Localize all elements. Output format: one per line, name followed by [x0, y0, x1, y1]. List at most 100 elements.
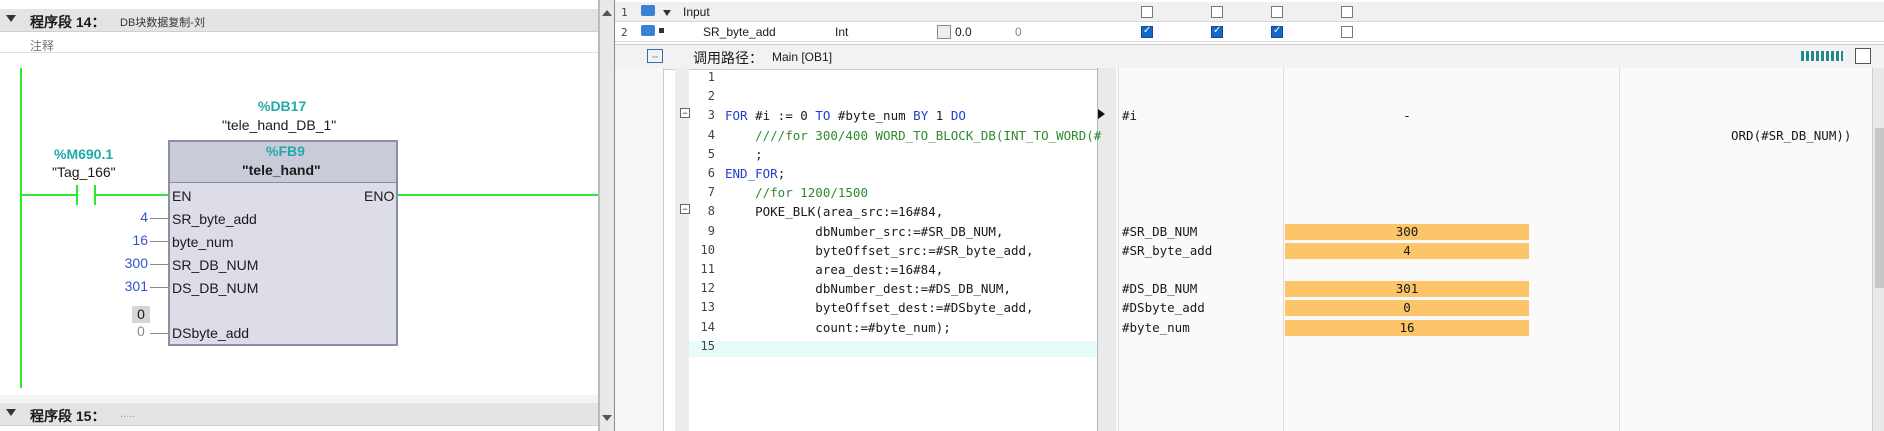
code-line[interactable]: dbNumber_src:=#SR_DB_NUM,: [725, 224, 1003, 239]
code-line[interactable]: dbNumber_dest:=#DS_DB_NUM,: [725, 281, 1011, 296]
input-value-sr-db-num[interactable]: 300: [108, 255, 148, 271]
fb-pin-byte-num: byte_num: [172, 234, 234, 250]
editor-scrollbar[interactable]: [1872, 68, 1884, 431]
collapse-triangle-icon[interactable]: [6, 15, 16, 22]
parameter-default[interactable]: 0.0: [955, 25, 972, 39]
collapse-triangle-icon[interactable]: [6, 409, 16, 416]
line-number: 8: [707, 204, 715, 219]
fb-pin-ds-db-num: DS_DB_NUM: [172, 280, 259, 296]
monitor-status-icon: [1801, 51, 1843, 61]
input-value-byte-num[interactable]: 16: [108, 232, 148, 248]
expand-triangle-icon[interactable]: [663, 10, 671, 16]
network-15-title: .....: [120, 408, 136, 420]
row-number: 2: [621, 26, 628, 39]
code-line[interactable]: byteOffset_src:=#SR_byte_add,: [725, 243, 1033, 258]
line-number: 10: [700, 242, 715, 257]
checkbox[interactable]: [1141, 6, 1153, 18]
fold-gutter: [675, 68, 689, 431]
code-line[interactable]: POKE_BLK(area_src:=16#84,: [725, 204, 943, 219]
call-path-value[interactable]: Main [OB1]: [772, 50, 832, 64]
input-parameter-icon: [641, 25, 655, 36]
scl-editor-pane: 1 Input 2 SR_byte_add Int 0.0 0 ⇔ 调用路径： …: [614, 0, 1884, 431]
scroll-down-icon[interactable]: [602, 415, 612, 421]
line-number: 12: [700, 281, 715, 296]
fb-pin-sr-db-num: SR_DB_NUM: [172, 257, 259, 273]
monitor-variable-name: #byte_num: [1122, 319, 1190, 335]
contact-tag: "Tag_166": [52, 164, 116, 180]
editor-left-gutter: [615, 68, 664, 431]
normally-open-contact[interactable]: [76, 185, 98, 205]
monitor-marker-arrow-icon: [1098, 109, 1105, 119]
input-section-icon: [641, 5, 655, 16]
interface-row-1[interactable]: 1 Input: [615, 2, 1884, 22]
interface-section-name: Input: [683, 5, 710, 19]
code-line[interactable]: ////for 300/400 WORD_TO_BLOCK_DB(INT_TO_…: [725, 128, 1101, 143]
fb-pin-en: EN: [172, 188, 192, 204]
line-number: 7: [707, 185, 715, 200]
fold-minus-icon[interactable]: −: [680, 204, 690, 214]
parameter-monitor: 0: [1015, 25, 1022, 39]
output-monitor-value: 0: [132, 306, 150, 323]
checkbox[interactable]: [1271, 6, 1283, 18]
rung-line-right: [394, 194, 598, 196]
code-line[interactable]: FOR #i := 0 TO #byte_num BY 1 DO: [725, 108, 966, 123]
line-number: 1: [707, 70, 715, 84]
monitor-value-cell: 301: [1285, 281, 1529, 298]
line-number: 4: [707, 127, 715, 142]
line-number: 9: [707, 223, 715, 238]
code-line[interactable]: count:=#byte_num);: [725, 320, 950, 335]
input-value-sr-byte-add[interactable]: 4: [108, 209, 148, 225]
scrollbar-thumb[interactable]: [1875, 128, 1884, 288]
code-line[interactable]: END_FOR;: [725, 166, 785, 181]
ladder-editor-pane: 程序段 14： DB块数据复制-刘 注释 %M690.1 "Tag_166" %…: [0, 0, 599, 431]
line-number: 11: [700, 262, 715, 276]
contact-address: %M690.1: [54, 146, 114, 162]
network-15-header[interactable]: 程序段 15： .....: [0, 403, 598, 426]
line-number: 5: [707, 146, 715, 161]
type-picker-icon[interactable]: [937, 25, 951, 39]
fold-minus-icon[interactable]: −: [680, 108, 690, 118]
monitor-toggle-icon[interactable]: [1855, 48, 1871, 64]
parameter-name[interactable]: SR_byte_add: [703, 25, 776, 39]
monitor-value-cell: 0: [1285, 300, 1529, 317]
checkbox[interactable]: [1211, 6, 1223, 18]
left-pane-scrollbar[interactable]: [599, 0, 615, 431]
monitor-variable-name: #DSbyte_add: [1122, 300, 1205, 316]
code-line[interactable]: byteOffset_dest:=#DSbyte_add,: [725, 300, 1033, 315]
checkbox-checked[interactable]: [1211, 25, 1223, 38]
network-15-label: 程序段 15：: [30, 408, 106, 424]
network-14-header[interactable]: 程序段 14： DB块数据复制-刘: [0, 9, 598, 32]
power-rail: [20, 68, 22, 388]
divider: [0, 52, 598, 53]
line-number: 6: [707, 166, 715, 180]
code-line[interactable]: ;: [725, 147, 763, 162]
line-number: 14: [700, 319, 715, 334]
code-line[interactable]: //for 1200/1500: [725, 185, 868, 200]
checkbox[interactable]: [1341, 6, 1353, 18]
pin-stub: [150, 333, 168, 334]
checkbox-checked[interactable]: [1141, 25, 1153, 38]
output-value-dsbyte-add[interactable]: 0: [137, 323, 145, 339]
call-path-label: 调用路径：: [693, 50, 763, 66]
scroll-up-icon[interactable]: [602, 10, 612, 16]
line-number: 3: [707, 108, 715, 123]
monitor-variable-name: #i: [1122, 108, 1138, 124]
code-overflow-text: ORD(#SR_DB_NUM)): [1731, 127, 1852, 143]
input-value-ds-db-num[interactable]: 301: [108, 278, 148, 294]
expand-arrows-icon[interactable]: ⇔: [647, 49, 663, 63]
pin-stub: [150, 218, 168, 219]
checkbox[interactable]: [1341, 26, 1353, 38]
rung-line-left: [20, 194, 78, 196]
rung-line-mid: [96, 194, 168, 196]
network-14-label: 程序段 14：: [30, 14, 106, 30]
code-line[interactable]: area_dest:=16#84,: [725, 262, 943, 277]
monitor-variable-name: #SR_byte_add: [1122, 242, 1213, 258]
interface-row-2[interactable]: 2 SR_byte_add Int 0.0 0: [615, 22, 1884, 42]
checkbox-checked[interactable]: [1271, 25, 1283, 38]
pin-stub: [150, 264, 168, 265]
parameter-type[interactable]: Int: [835, 25, 848, 39]
monitor-value-cell: 4: [1285, 242, 1529, 259]
fb-address: %FB9: [266, 143, 305, 159]
fb-call-box[interactable]: %FB9 "tele_hand" EN ENO SR_byte_add byte…: [168, 140, 398, 346]
row-number: 1: [621, 6, 628, 19]
